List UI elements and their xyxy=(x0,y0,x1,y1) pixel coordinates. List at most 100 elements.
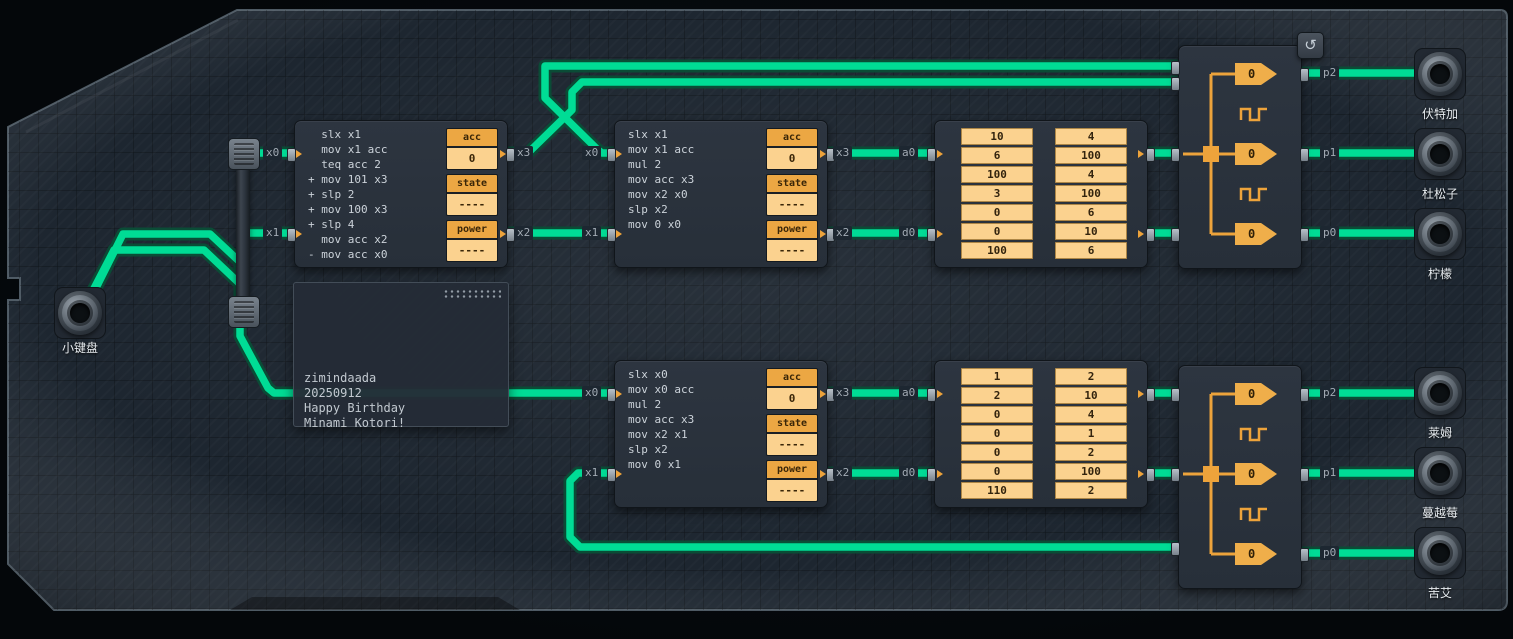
pin-d0 xyxy=(927,228,936,242)
pin-d0 xyxy=(927,468,936,482)
register-label: acc xyxy=(767,129,817,148)
memory-column: 1 2 0 0 0 0 110 xyxy=(961,368,1033,499)
register-power: power ---- xyxy=(766,460,818,502)
memory-cell: 10 xyxy=(1055,387,1127,404)
mc2-code-editor[interactable]: slx x1 mov x1 acc mul 2 mov acc x3 mov x… xyxy=(628,127,694,232)
memory-module-1[interactable]: 10 6 100 3 0 0 100 4 100 4 100 6 10 6 xyxy=(927,120,1155,268)
pin-x0 xyxy=(287,148,296,162)
pulse-icon xyxy=(1239,107,1267,122)
bridge-ribbon[interactable] xyxy=(236,150,250,320)
microcontroller-3[interactable]: slx x0 mov x0 acc mul 2 mov acc x3 mov x… xyxy=(607,360,835,508)
pin-in xyxy=(1171,77,1180,91)
pin-arrow-icon xyxy=(616,470,626,478)
code-line: + slp 2 xyxy=(308,188,355,201)
memory-cell: 4 xyxy=(1055,166,1127,183)
connector-label: 杜松子 xyxy=(1421,187,1458,201)
circuit-design-canvas[interactable]: slx x1 mov x1 acc teq acc 2 + mov 101 x3… xyxy=(0,0,1513,639)
code-line: - mov acc x0 xyxy=(308,248,388,261)
memory-column: 4 100 4 100 6 10 6 xyxy=(1055,128,1127,259)
io-expander-2[interactable]: 0 0 0 xyxy=(1171,365,1309,589)
memory-module-2[interactable]: 1 2 0 0 0 0 110 2 10 4 1 2 100 2 xyxy=(927,360,1155,508)
memory-cell: 4 xyxy=(1055,128,1127,145)
memory-cell: 100 xyxy=(1055,147,1127,164)
register-acc: acc 0 xyxy=(766,368,818,410)
note-sticker[interactable]: zimindaada 20250912 Happy Birthday Minam… xyxy=(293,282,509,430)
pin-in xyxy=(1171,61,1180,75)
memory-cell: 10 xyxy=(1055,223,1127,240)
mc3-code-editor[interactable]: slx x0 mov x0 acc mul 2 mov acc x3 mov x… xyxy=(628,367,694,472)
wire-label: p0 xyxy=(1320,546,1340,560)
wire-label: x0 xyxy=(582,146,602,160)
pin-x0 xyxy=(607,148,616,162)
mc1-registers: acc 0 state ---- power ---- xyxy=(446,128,498,262)
memory-cell: 0 xyxy=(961,223,1033,240)
code-line: mov x0 acc xyxy=(628,383,695,396)
wire-label: a0 xyxy=(899,146,919,160)
code-line: slx x1 xyxy=(628,128,668,141)
reset-icon: ↺ xyxy=(1304,36,1317,54)
note-line: Happy Birthday xyxy=(304,401,406,415)
note-text: zimindaada 20250912 Happy Birthday Minam… xyxy=(304,371,405,431)
code-line: mov 0 x1 xyxy=(628,458,681,471)
wire-label: p2 xyxy=(1320,386,1340,400)
io-connector-p0-top xyxy=(1414,208,1466,260)
register-acc: acc 0 xyxy=(446,128,498,170)
reset-button[interactable]: ↺ xyxy=(1297,32,1324,59)
mc1-code-editor[interactable]: slx x1 mov x1 acc teq acc 2 + mov 101 x3… xyxy=(308,127,387,262)
register-value: ---- xyxy=(767,194,817,215)
note-line: zimindaada xyxy=(304,371,377,385)
pin-p2 xyxy=(1300,68,1309,82)
wire-label: p0 xyxy=(1320,226,1340,240)
wire-label: x3 xyxy=(833,146,853,160)
wire-label: x1 xyxy=(582,466,602,480)
io-expander-1[interactable]: 0 0 0 xyxy=(1171,45,1309,269)
pulse-icon xyxy=(1239,187,1267,202)
mc2-registers: acc 0 state ---- power ---- xyxy=(766,128,818,262)
pin-arrow-icon xyxy=(937,150,947,158)
memory-cell: 100 xyxy=(1055,463,1127,480)
microcontroller-1[interactable]: slx x1 mov x1 acc teq acc 2 + mov 101 x3… xyxy=(287,120,515,268)
register-value: ---- xyxy=(767,480,817,501)
bridge-head-bottom[interactable] xyxy=(228,296,260,328)
register-label: state xyxy=(767,175,817,194)
pin-p2 xyxy=(1300,388,1309,402)
connector-label: 蔓越莓 xyxy=(1421,506,1458,520)
pin-d1 xyxy=(1146,468,1155,482)
memory-cell: 6 xyxy=(961,147,1033,164)
pin-p1 xyxy=(1300,148,1309,162)
pin-arrow-icon xyxy=(937,230,947,238)
wire-label: x3 xyxy=(833,386,853,400)
pin-arrow-icon xyxy=(616,230,626,238)
wire-label: x3 xyxy=(514,146,534,160)
microcontroller-2[interactable]: slx x1 mov x1 acc mul 2 mov acc x3 mov x… xyxy=(607,120,835,268)
pin-arrow-icon xyxy=(616,390,626,398)
register-label: acc xyxy=(447,129,497,148)
register-value: 0 xyxy=(767,388,817,409)
code-line: mov acc x3 xyxy=(628,173,695,186)
pin-in xyxy=(1171,468,1180,482)
pulse-icon xyxy=(1239,427,1267,442)
register-state: state ---- xyxy=(766,414,818,456)
memory-column: 10 6 100 3 0 0 100 xyxy=(961,128,1033,259)
bridge-head-top[interactable] xyxy=(228,138,260,170)
pin-in xyxy=(1171,148,1180,162)
register-power: power ---- xyxy=(446,220,498,262)
memory-cell: 100 xyxy=(961,242,1033,259)
pulse-icon xyxy=(1239,507,1267,522)
memory-cell: 2 xyxy=(1055,444,1127,461)
note-grip-dots-icon xyxy=(443,289,501,299)
wire-label: x2 xyxy=(514,226,534,240)
pin-arrow-icon xyxy=(937,470,947,478)
code-line: mov x2 x1 xyxy=(628,428,688,441)
register-label: power xyxy=(767,461,817,480)
note-line: Minami Kotori! xyxy=(304,416,406,430)
memory-cell: 0 xyxy=(961,406,1033,423)
pin-x0 xyxy=(607,388,616,402)
memory-cell: 1 xyxy=(961,368,1033,385)
memory-cell: 2 xyxy=(1055,368,1127,385)
mc3-registers: acc 0 state ---- power ---- xyxy=(766,368,818,502)
code-line: mov acc x3 xyxy=(628,413,695,426)
pin-arrow-icon xyxy=(937,390,947,398)
memory-cell: 0 xyxy=(961,444,1033,461)
register-label: power xyxy=(447,221,497,240)
